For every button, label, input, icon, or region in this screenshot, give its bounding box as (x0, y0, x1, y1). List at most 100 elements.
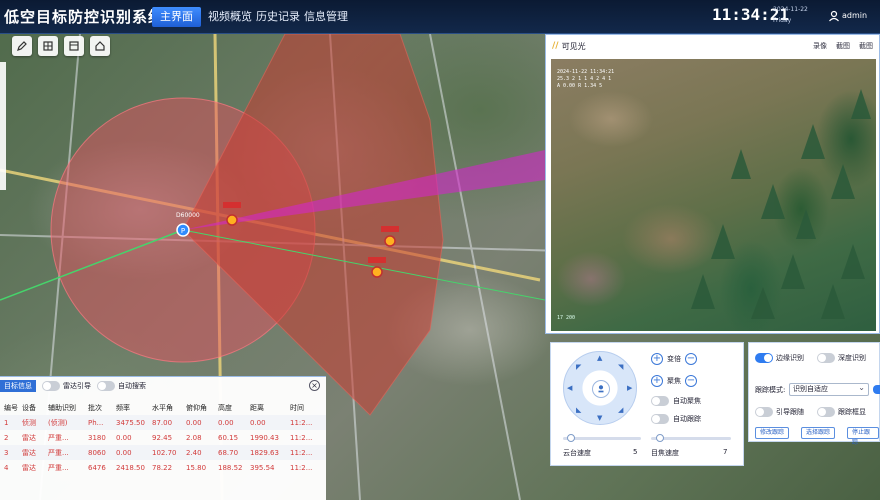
cell: 11:2... (290, 463, 313, 472)
focus-row: + 聚焦 − (651, 375, 697, 387)
cell: 3 (0, 445, 18, 460)
video-stream[interactable]: 2024-11-22 11:34:21 25.3 2 1 1 4 2 4 1 A… (551, 59, 876, 331)
cell: 雷达 (22, 433, 36, 442)
target-table: 编号 设备 辅助识别 批次 频率 水平角 俯仰角 高度 距离 时间 1 侦测 (… (0, 401, 326, 475)
cell: 11:2... (286, 415, 326, 430)
deep-detect-toggle[interactable] (817, 353, 835, 363)
track-box-toggle[interactable] (817, 407, 835, 417)
cell: 0.00 (112, 445, 148, 460)
ptz-control-panel: ▲ ▼ ◀ ▶ ◤ ◥ ◣ ◢ + 变倍 − + 聚焦 − 自动聚焦 自动跟踪 … (550, 342, 744, 466)
mode-indicator (873, 385, 880, 394)
select-track-button[interactable]: 选择跟踪 (801, 427, 836, 439)
cell: 11:2... (290, 433, 313, 442)
table-row[interactable]: 1 侦测 (侦测) Ph... 3475.50 87.00 0.00 0.00 … (0, 415, 326, 430)
cell: 0.00 (116, 433, 132, 442)
cell: 严重... (48, 433, 69, 442)
cell: 11:2... (286, 445, 326, 460)
auto-focus-toggle[interactable] (651, 396, 669, 406)
modify-track-button[interactable]: 修改跟踪 (755, 427, 790, 439)
auto-search-label: 自动搜索 (118, 382, 146, 390)
col-pitch: 俯仰角 (186, 404, 207, 412)
nav-info-manage[interactable]: 信息管理 (296, 7, 356, 27)
radar-guide-label: 雷达引导 (63, 382, 91, 390)
col-device: 设备 (22, 404, 36, 412)
snapshot-button[interactable]: 截图 (836, 41, 850, 51)
nav-main[interactable]: 主界面 (152, 7, 201, 27)
ptz-speed-value: 5 (633, 448, 638, 456)
user-name[interactable]: admin (842, 11, 867, 20)
arrow-down-icon[interactable]: ▼ (597, 414, 602, 422)
map-road (429, 33, 521, 500)
cell: 0.00 (214, 415, 246, 430)
arrow-down-left-icon[interactable]: ◣ (576, 406, 581, 414)
edge-detect-toggle[interactable] (755, 353, 773, 363)
guide-follow-toggle[interactable] (755, 407, 773, 417)
video-actions: 录像 截图 截图 (813, 41, 873, 51)
measure-tool-button[interactable] (38, 36, 58, 56)
auto-search-toggle[interactable] (97, 381, 115, 391)
cell: 严重... (44, 445, 84, 460)
arrow-right-icon[interactable]: ▶ (627, 384, 632, 392)
zoom-out-button[interactable]: − (685, 353, 697, 365)
ptz-speed-knob[interactable] (566, 434, 575, 442)
layer-tool-button[interactable] (64, 36, 84, 56)
focus-in-button[interactable]: + (651, 375, 663, 387)
track-mode-label: 跟踪模式: (755, 386, 786, 394)
ptz-direction-wheel[interactable]: ▲ ▼ ◀ ▶ ◤ ◥ ◣ ◢ (563, 351, 637, 425)
cell: 188.52 (218, 463, 243, 472)
station-code: D60000 (176, 212, 200, 219)
table-row[interactable]: 2 雷达 严重... 3180 0.00 92.45 2.08 60.15 19… (0, 430, 326, 445)
cell: 雷达 (18, 445, 44, 460)
track-mode-select[interactable]: 识别自适应 (789, 382, 869, 396)
draw-tool-button[interactable] (12, 36, 32, 56)
col-batch: 批次 (88, 404, 102, 412)
map-toolbar (12, 36, 110, 56)
arrow-down-right-icon[interactable]: ◢ (618, 406, 623, 414)
video-osd: 2024-11-22 11:34:21 25.3 2 1 1 4 2 4 1 A… (557, 69, 615, 89)
zoom-in-button[interactable]: + (651, 353, 663, 365)
zoom-label: 变倍 (667, 355, 681, 363)
close-icon[interactable]: × (309, 380, 320, 391)
radar-guide-option: 雷达引导 (42, 381, 91, 391)
user-icon[interactable] (828, 10, 840, 22)
app-title: 低空目标防控识别系统 (4, 8, 165, 26)
auto-focus-row: 自动聚焦 (651, 396, 701, 406)
tab-target-info[interactable]: 目标信息 (0, 380, 36, 392)
table-row[interactable]: 3 雷达 严重... 8060 0.00 102.70 2.40 68.70 1… (0, 445, 326, 460)
home-tool-button[interactable] (90, 36, 110, 56)
camera-icon: // (552, 41, 559, 51)
home-icon (95, 41, 105, 51)
stop-track-button[interactable]: 停止跟踪 (847, 427, 879, 446)
station-marker-label: P (181, 227, 185, 235)
cell: 78.22 (152, 463, 173, 472)
cell: 3180 (88, 433, 106, 442)
table-row[interactable]: 4 雷达 严重... 6476 2418.50 78.22 15.80 188.… (0, 460, 326, 475)
cell: 雷达 (22, 463, 36, 472)
col-assist: 辅助识别 (48, 404, 76, 412)
video-panel: // 可见光 录像 截图 截图 2024-11-22 11:34:21 25.3… (545, 34, 880, 334)
collapsed-side-panel[interactable] (0, 62, 6, 190)
arrow-up-right-icon[interactable]: ◥ (618, 363, 623, 371)
cell: 15.80 (186, 463, 207, 472)
record-button[interactable]: 录像 (813, 41, 827, 51)
ptz-center-button[interactable] (592, 380, 610, 398)
arrow-up-icon[interactable]: ▲ (597, 354, 602, 362)
auto-track-toggle[interactable] (651, 414, 669, 424)
radar-guide-toggle[interactable] (42, 381, 60, 391)
top-header: 低空目标防控识别系统 主界面 视频概览 历史记录 信息管理 11:34:21 2… (0, 0, 880, 34)
auto-focus-label: 自动聚焦 (673, 397, 701, 405)
cell: 92.45 (152, 433, 173, 442)
track-box-row: 跟踪框显 (817, 407, 866, 417)
arrow-left-icon[interactable]: ◀ (567, 384, 572, 392)
focus-out-button[interactable]: − (685, 375, 697, 387)
snapshot-button-2[interactable]: 截图 (859, 41, 873, 51)
zoom-speed-knob[interactable] (656, 434, 665, 442)
auto-track-row: 自动跟踪 (651, 414, 701, 424)
zoom-speed-slider[interactable] (651, 434, 731, 442)
cell: 2418.50 (116, 463, 145, 472)
arrow-up-left-icon[interactable]: ◤ (576, 363, 581, 371)
forest-texture (691, 89, 871, 319)
deep-detect-row: 深度识别 (817, 353, 866, 363)
ptz-speed-slider[interactable] (563, 434, 641, 442)
pencil-icon (17, 41, 27, 51)
